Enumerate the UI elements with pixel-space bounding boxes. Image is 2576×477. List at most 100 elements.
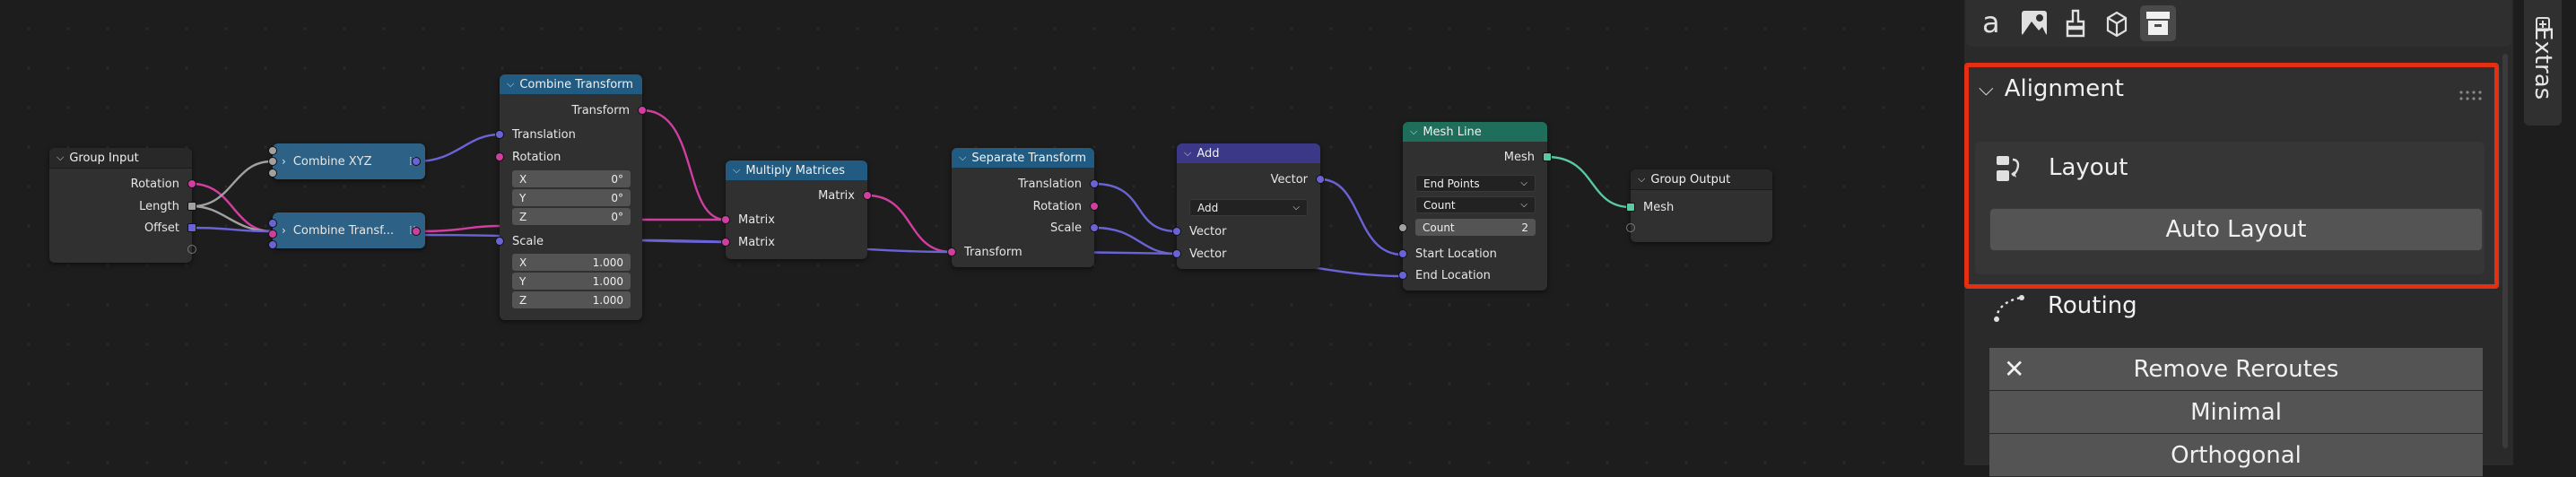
node-header[interactable]: ⌵ Mesh Line xyxy=(1403,122,1547,142)
layout-icon xyxy=(1993,151,2029,190)
output-socket[interactable] xyxy=(187,179,196,188)
input-socket[interactable] xyxy=(495,237,504,246)
link-mesh-output xyxy=(1546,155,1632,209)
text-icon[interactable]: a xyxy=(1975,5,2011,41)
node-title: Combine Transf... xyxy=(292,223,395,238)
node-group-input[interactable]: ⌵ Group Input Rotation Length Offset xyxy=(49,148,196,263)
orthogonal-button[interactable]: Orthogonal xyxy=(1989,434,2483,477)
chevron-down-icon[interactable]: ⌵ xyxy=(507,78,514,91)
input-socket[interactable] xyxy=(268,219,277,228)
rotation-y-field[interactable]: Y 0° xyxy=(512,189,631,206)
rotation-z-field[interactable]: Z 0° xyxy=(512,208,631,225)
link-xyz-translation xyxy=(415,133,500,163)
node-header[interactable]: ⌵ Separate Transform xyxy=(952,148,1094,168)
chevron-down-icon[interactable]: ⌵ xyxy=(1638,173,1645,186)
scrollbar[interactable] xyxy=(2502,54,2508,448)
input-socket[interactable] xyxy=(268,230,277,238)
operation-dropdown[interactable]: Add ⌵ xyxy=(1189,199,1308,216)
node-combine-xyz[interactable]: › Combine XYZ ⁞⁞ xyxy=(273,143,425,179)
mode-dropdown[interactable]: End Points ⌵ xyxy=(1415,175,1536,192)
cube-icon[interactable] xyxy=(2099,5,2135,41)
node-add[interactable]: ⌵ Add Vector Add ⌵ Vector Vector xyxy=(1172,143,1325,269)
output-socket[interactable] xyxy=(1090,223,1099,232)
input-socket[interactable] xyxy=(947,247,956,256)
count-mode-dropdown[interactable]: Count ⌵ xyxy=(1415,196,1536,213)
scale-y-field[interactable]: Y 1.000 xyxy=(512,273,631,290)
input-socket[interactable] xyxy=(268,240,277,249)
node-header[interactable]: ⌵ Group Output xyxy=(1631,169,1772,190)
empty-socket[interactable] xyxy=(1626,223,1635,232)
node-editor[interactable]: ⌵ Group Input Rotation Length Offset › Co… xyxy=(0,0,1959,465)
node-header[interactable]: ⌵ Combine Transform xyxy=(500,74,642,94)
output-socket[interactable] xyxy=(187,202,196,211)
chevron-down-icon: ⌵ xyxy=(1292,203,1300,212)
chevron-right-icon[interactable]: › xyxy=(282,224,286,237)
link-ct-matrix-a xyxy=(415,224,500,233)
node-mesh-line[interactable]: ⌵ Mesh Line Mesh End Points ⌵ Count ⌵ Count… xyxy=(1398,122,1552,291)
link-scale-add xyxy=(1093,226,1178,256)
input-socket[interactable] xyxy=(495,152,504,161)
count-field[interactable]: Count 2 xyxy=(1415,219,1536,236)
input-socket[interactable] xyxy=(1172,249,1181,258)
empty-socket[interactable] xyxy=(187,245,196,254)
archive-icon[interactable] xyxy=(2140,5,2176,41)
input-socket[interactable] xyxy=(268,146,277,155)
node-header[interactable]: ⌵ Group Input xyxy=(49,148,192,169)
link-length-xyz xyxy=(191,160,273,208)
node-title: Group Input xyxy=(69,151,139,165)
output-socket[interactable] xyxy=(863,191,872,200)
output-socket[interactable] xyxy=(1316,175,1325,184)
input-socket[interactable] xyxy=(1626,203,1635,212)
output-socket[interactable] xyxy=(412,227,421,236)
input-socket[interactable] xyxy=(1398,271,1407,280)
alignment-header[interactable]: ⌵ Alignment xyxy=(1979,75,2124,102)
node-header[interactable]: ⌵ Multiply Matrices xyxy=(726,160,867,180)
socket-label: Offset xyxy=(144,221,179,235)
link-translation-add xyxy=(1093,182,1178,233)
chevron-down-icon[interactable]: ⌵ xyxy=(1184,147,1191,160)
input-socket[interactable] xyxy=(268,169,277,178)
alignment-panel: ⌵ Alignment Layout xyxy=(1966,65,2501,289)
image-icon[interactable] xyxy=(2016,5,2052,41)
drag-handle-icon[interactable] xyxy=(2459,88,2485,105)
output-socket[interactable] xyxy=(1090,179,1099,188)
input-socket[interactable] xyxy=(721,238,730,247)
node-separate-transform[interactable]: ⌵ Separate Transform Translation Rotation… xyxy=(947,148,1099,267)
output-socket[interactable] xyxy=(1543,152,1552,161)
output-socket[interactable] xyxy=(412,157,421,166)
remove-reroutes-button[interactable]: ✕ Remove Reroutes xyxy=(1989,348,2483,391)
socket-label: Vector xyxy=(1270,172,1308,186)
output-socket[interactable] xyxy=(638,106,647,115)
input-socket[interactable] xyxy=(1398,249,1407,258)
input-socket[interactable] xyxy=(268,157,277,166)
scale-x-field[interactable]: X 1.000 xyxy=(512,254,631,271)
chevron-down-icon[interactable]: ⌵ xyxy=(733,164,740,177)
node-group-output[interactable]: ⌵ Group Output Mesh xyxy=(1626,169,1772,242)
output-socket[interactable] xyxy=(187,223,196,232)
socket-label: Mesh xyxy=(1503,150,1535,164)
node-multiply-matrices[interactable]: ⌵ Multiply Matrices Matrix Matrix Matrix xyxy=(721,160,872,259)
close-icon: ✕ xyxy=(2004,354,2025,384)
input-socket[interactable] xyxy=(495,130,504,139)
scale-z-field[interactable]: Z 1.000 xyxy=(512,291,631,308)
output-socket[interactable] xyxy=(1090,202,1099,211)
chevron-down-icon[interactable]: ⌵ xyxy=(1410,126,1417,138)
input-socket[interactable] xyxy=(1172,227,1181,236)
socket-label: Scale xyxy=(1050,221,1082,235)
chevron-down-icon[interactable]: ⌵ xyxy=(57,152,64,164)
svg-text:a: a xyxy=(1982,10,2000,37)
rotation-x-field[interactable]: X 0° xyxy=(512,170,631,187)
chevron-down-icon[interactable]: ⌵ xyxy=(959,152,966,164)
chevron-down-icon[interactable]: ⌵ xyxy=(1979,78,1994,100)
input-socket[interactable] xyxy=(1398,223,1407,232)
node-combine-transform-collapsed[interactable]: › Combine Transf... ⁞⁞ xyxy=(273,212,425,248)
node-title: Add xyxy=(1197,146,1220,160)
node-combine-transform[interactable]: ⌵ Combine Transform Transform Translation… xyxy=(495,74,647,320)
node-header[interactable]: ⌵ Add xyxy=(1177,143,1320,163)
input-socket[interactable] xyxy=(721,215,730,224)
minimal-button[interactable]: Minimal xyxy=(1989,391,2483,434)
socket-label: Transform xyxy=(571,103,630,117)
auto-layout-button[interactable]: Auto Layout xyxy=(1989,208,2483,251)
paint-icon[interactable] xyxy=(2058,5,2093,41)
chevron-right-icon[interactable]: › xyxy=(282,155,286,168)
